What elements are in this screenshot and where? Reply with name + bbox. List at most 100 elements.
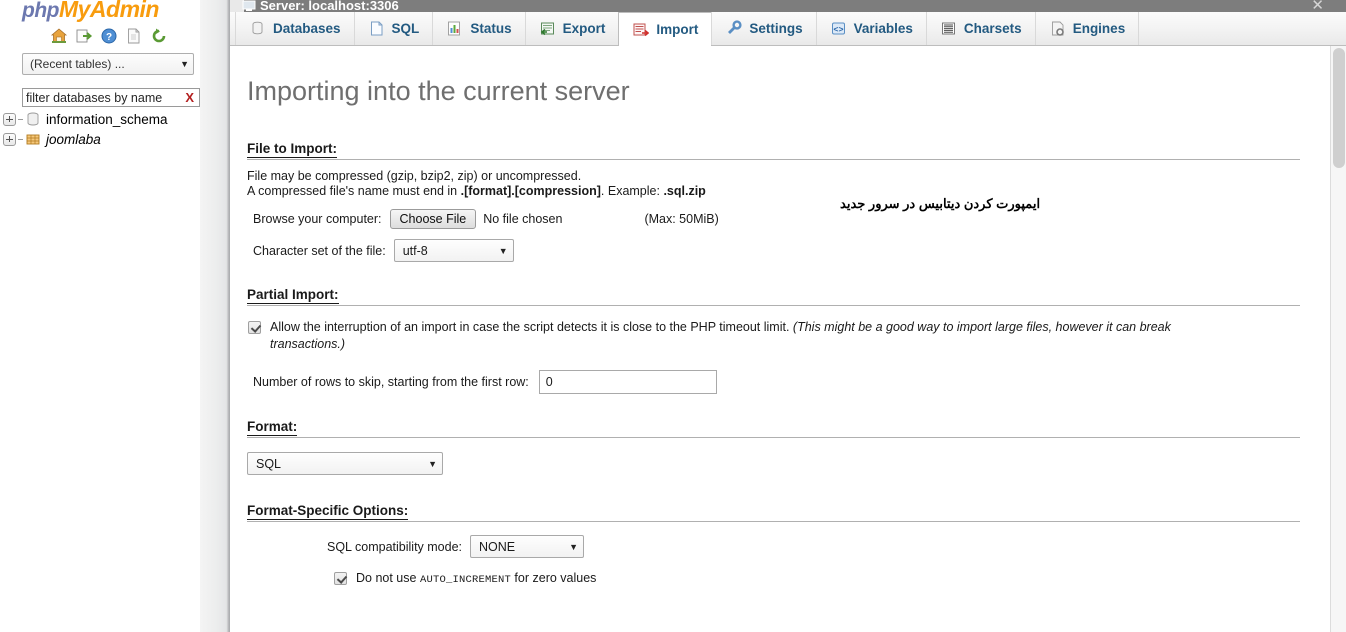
tab-sql[interactable]: SQL: [353, 12, 434, 45]
tab-databases[interactable]: Databases: [235, 12, 355, 45]
variables-icon: <>: [831, 22, 845, 35]
database-icon: [27, 112, 39, 126]
tab-bar-filler: [1138, 12, 1346, 45]
db-tree-item-information-schema[interactable]: information_schema: [3, 109, 200, 129]
import-icon: [633, 23, 650, 36]
auto-increment-row: Do not use AUTO_INCREMENT for zero value…: [333, 570, 1330, 589]
phpmyadmin-logo[interactable]: phpMyAdmin: [22, 0, 200, 22]
format-body: SQL ▼: [247, 438, 1330, 475]
charsets-icon: [941, 22, 955, 35]
scrollbar-thumb[interactable]: [1333, 48, 1345, 168]
main-panel: Server: localhost:3306 ✕ Databases SQL S…: [230, 0, 1346, 632]
legend-text: File to Import:: [247, 141, 337, 158]
server-icon: [242, 0, 256, 11]
docs-icon[interactable]: [125, 27, 143, 45]
engines-icon: [1051, 21, 1064, 36]
content-area: Importing into the current server File t…: [230, 46, 1330, 632]
db-tree-label[interactable]: joomlaba: [46, 132, 101, 147]
recent-tables-value: (Recent tables) ...: [30, 57, 125, 71]
help-icon[interactable]: ?: [100, 27, 118, 45]
desc-line-2a: A compressed file's name must end in: [247, 184, 461, 198]
content-scrollbar[interactable]: [1330, 46, 1346, 632]
tab-label: Import: [656, 21, 699, 37]
tab-bar: Databases SQL Status Export Import Setti…: [230, 12, 1346, 46]
logo-myadmin-text: MyAdmin: [58, 0, 160, 22]
tab-settings[interactable]: Settings: [711, 12, 817, 45]
sql-icon: [370, 21, 383, 36]
expand-plus-icon[interactable]: [3, 112, 16, 126]
charset-label: Character set of the file:: [253, 243, 386, 258]
choose-file-button[interactable]: Choose File: [389, 209, 477, 229]
skip-rows-input[interactable]: 0: [538, 370, 717, 394]
tab-import[interactable]: Import: [618, 12, 713, 46]
tab-label: Settings: [749, 21, 803, 36]
expand-plus-icon[interactable]: [3, 132, 16, 146]
tab-label: Engines: [1072, 21, 1126, 36]
auto-increment-keyword: AUTO_INCREMENT: [419, 574, 511, 586]
sidebar-resizer[interactable]: [200, 0, 230, 632]
status-icon: [448, 21, 461, 36]
svg-text:<>: <>: [833, 25, 843, 35]
phpmyadmin-window: phpMyAdmin ? (Recent tables) ... ▼ filte…: [0, 0, 1346, 632]
reload-icon[interactable]: [150, 27, 168, 45]
skip-rows-value: 0: [545, 375, 553, 389]
format-specific-body: SQL compatibility mode: NONE ▼ Do not us…: [327, 535, 1330, 589]
recent-tables-select[interactable]: (Recent tables) ... ▼: [22, 53, 194, 75]
allow-interrupt-row: Allow the interruption of an import in c…: [247, 319, 1247, 353]
auto-increment-checkbox[interactable]: [334, 572, 347, 585]
legend-text: Partial Import:: [247, 287, 339, 304]
allow-interrupt-main: Allow the interruption of an import in c…: [270, 320, 793, 334]
tab-engines[interactable]: Engines: [1034, 12, 1140, 45]
persian-annotation: ایمپورت کردن دیتابیس در سرور جدید: [840, 196, 1041, 211]
tab-export[interactable]: Export: [524, 12, 620, 45]
legend-file-to-import: File to Import:: [247, 141, 1300, 160]
desc-format-token: .[format].[compression]: [460, 184, 601, 198]
tab-status[interactable]: Status: [432, 12, 526, 45]
home-icon[interactable]: [50, 27, 68, 45]
allow-interrupt-checkbox[interactable]: [248, 321, 261, 334]
max-upload-size: (Max: 50MiB): [644, 212, 719, 226]
databases-icon: [252, 21, 263, 35]
file-import-description: File may be compressed (gzip, bzip2, zip…: [247, 169, 1330, 199]
legend-text: Format:: [247, 419, 298, 436]
browse-label: Browse your computer:: [253, 212, 382, 226]
window-titlebar: Server: localhost:3306 ✕: [230, 0, 1346, 12]
chevron-down-icon: ▼: [428, 458, 437, 469]
format-value: SQL: [256, 456, 282, 471]
no-file-chosen-text: No file chosen: [483, 212, 563, 226]
compat-mode-select[interactable]: NONE ▼: [470, 535, 585, 558]
navigation-sidebar: phpMyAdmin ? (Recent tables) ... ▼ filte…: [0, 0, 200, 632]
export-icon: [540, 22, 554, 36]
svg-text:?: ?: [106, 32, 112, 43]
db-tree-label[interactable]: information_schema: [46, 112, 168, 127]
page-title: Importing into the current server: [247, 76, 630, 106]
chevron-down-icon: ▼: [498, 245, 508, 256]
db-tree-item-joomlaba[interactable]: joomlaba: [3, 129, 200, 149]
database-tree: information_schema joomlaba: [0, 109, 200, 149]
format-select[interactable]: SQL ▼: [247, 452, 443, 475]
allow-interrupt-text: Allow the interruption of an import in c…: [270, 319, 1247, 353]
chevron-down-icon: ▼: [180, 59, 189, 69]
chevron-down-icon: ▼: [569, 541, 579, 552]
window-title: Server: localhost:3306: [260, 0, 399, 12]
tree-line: [18, 138, 23, 140]
skip-rows-label: Number of rows to skip, starting from th…: [253, 375, 529, 389]
legend-partial-import: Partial Import:: [247, 287, 1300, 306]
tab-variables[interactable]: <> Variables: [815, 12, 927, 45]
tab-label: Variables: [853, 21, 913, 36]
charset-select[interactable]: utf-8 ▼: [393, 239, 514, 262]
tab-charsets[interactable]: Charsets: [925, 12, 1036, 45]
auto-increment-pre: Do not use: [356, 571, 420, 585]
desc-line-1: File may be compressed (gzip, bzip2, zip…: [247, 169, 582, 183]
close-icon[interactable]: ✕: [1311, 0, 1324, 12]
database-filter-value: filter databases by name: [26, 90, 163, 105]
tab-label: Status: [470, 21, 512, 36]
skip-rows-row: Number of rows to skip, starting from th…: [247, 370, 1330, 394]
database-filter-input[interactable]: filter databases by name X: [22, 88, 200, 107]
charset-row: Character set of the file: utf-8 ▼: [247, 239, 1330, 262]
logout-icon[interactable]: [75, 27, 93, 45]
clear-filter-icon[interactable]: X: [185, 90, 194, 105]
tab-label: Export: [562, 21, 606, 36]
logo-php-text: php: [22, 0, 59, 22]
tab-label: Charsets: [963, 21, 1022, 36]
